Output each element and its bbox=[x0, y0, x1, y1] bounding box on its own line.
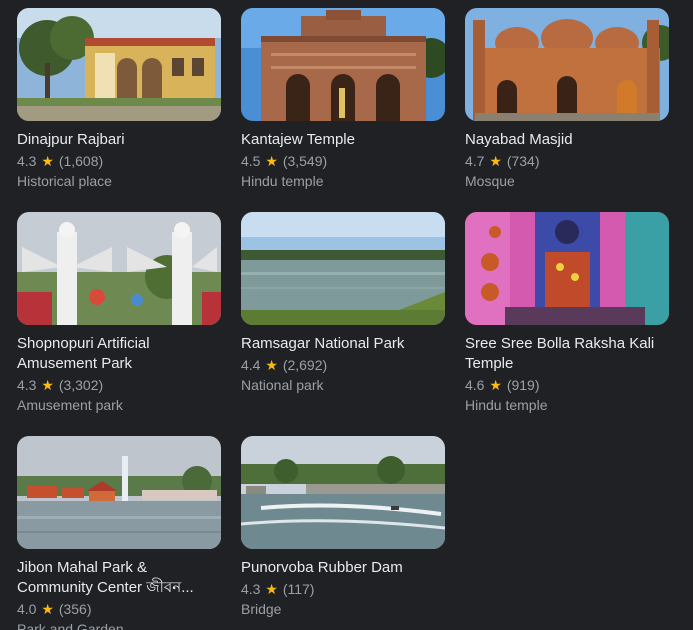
star-icon: ★ bbox=[265, 357, 278, 373]
rating-value: 4.3 bbox=[17, 153, 37, 169]
place-rating-line: 4.0 ★ (356) bbox=[17, 599, 221, 619]
place-rating-line: 4.3 ★ (117) bbox=[241, 579, 445, 599]
place-category: Bridge bbox=[241, 601, 282, 617]
star-icon: ★ bbox=[489, 153, 502, 169]
place-name[interactable]: Jibon Mahal Park & Community Center জীবন… bbox=[17, 558, 221, 598]
place-card-dinajpur-rajbari[interactable]: Dinajpur Rajbari 4.3 ★ (1,608) Historica… bbox=[17, 8, 221, 192]
place-rating-line: 4.7 ★ (734) bbox=[465, 151, 669, 171]
star-icon: ★ bbox=[265, 581, 278, 597]
place-photo[interactable] bbox=[17, 8, 221, 121]
rating-value: 4.3 bbox=[17, 377, 37, 393]
rating-value: 4.5 bbox=[241, 153, 261, 169]
place-photo[interactable] bbox=[17, 212, 221, 325]
place-card-nayabad-masjid[interactable]: Nayabad Masjid 4.7 ★ (734) Mosque bbox=[465, 8, 669, 192]
place-name[interactable]: Dinajpur Rajbari bbox=[17, 130, 221, 150]
place-category: Historical place bbox=[17, 173, 112, 189]
place-name[interactable]: Sree Sree Bolla Raksha Kali Temple bbox=[465, 334, 669, 374]
star-icon: ★ bbox=[41, 377, 54, 393]
place-rating-line: 4.5 ★ (3,549) bbox=[241, 151, 445, 171]
place-photo[interactable] bbox=[465, 8, 669, 121]
place-photo[interactable] bbox=[17, 436, 221, 549]
review-count: (3,302) bbox=[58, 377, 104, 393]
star-icon: ★ bbox=[41, 601, 54, 617]
place-rating-line: 4.6 ★ (919) bbox=[465, 375, 669, 395]
place-photo[interactable] bbox=[241, 212, 445, 325]
review-count: (919) bbox=[506, 377, 540, 393]
rating-value: 4.7 bbox=[465, 153, 485, 169]
place-card-punorvoba-rubber-dam[interactable]: Punorvoba Rubber Dam 4.3 ★ (117) Bridge bbox=[241, 436, 445, 620]
place-rating-line: 4.3 ★ (3,302) bbox=[17, 375, 221, 395]
place-card-bolla-kali-temple[interactable]: Sree Sree Bolla Raksha Kali Temple 4.6 ★… bbox=[465, 212, 669, 416]
place-card-jibon-mahal-park[interactable]: Jibon Mahal Park & Community Center জীবন… bbox=[17, 436, 221, 630]
place-photo[interactable] bbox=[241, 436, 445, 549]
place-name[interactable]: Kantajew Temple bbox=[241, 130, 445, 150]
place-card-kantajew-temple[interactable]: Kantajew Temple 4.5 ★ (3,549) Hindu temp… bbox=[241, 8, 445, 192]
place-category: Amusement park bbox=[17, 397, 123, 413]
place-name[interactable]: Punorvoba Rubber Dam bbox=[241, 558, 445, 578]
review-count: (1,608) bbox=[58, 153, 104, 169]
place-category: National park bbox=[241, 377, 324, 393]
star-icon: ★ bbox=[489, 377, 502, 393]
rating-value: 4.3 bbox=[241, 581, 261, 597]
rating-value: 4.0 bbox=[17, 601, 37, 617]
place-photo[interactable] bbox=[465, 212, 669, 325]
place-name[interactable]: Shopnopuri Artificial Amusement Park bbox=[17, 334, 221, 374]
review-count: (117) bbox=[282, 581, 315, 597]
place-card-shopnopuri[interactable]: Shopnopuri Artificial Amusement Park 4.3… bbox=[17, 212, 221, 416]
place-category: Park and Garden bbox=[17, 621, 124, 630]
place-rating-line: 4.3 ★ (1,608) bbox=[17, 151, 221, 171]
place-rating-line: 4.4 ★ (2,692) bbox=[241, 355, 445, 375]
place-category: Mosque bbox=[465, 173, 515, 189]
review-count: (2,692) bbox=[282, 357, 328, 373]
place-category: Hindu temple bbox=[241, 173, 324, 189]
place-photo[interactable] bbox=[241, 8, 445, 121]
star-icon: ★ bbox=[41, 153, 54, 169]
place-category: Hindu temple bbox=[465, 397, 548, 413]
place-name[interactable]: Ramsagar National Park bbox=[241, 334, 445, 354]
rating-value: 4.4 bbox=[241, 357, 261, 373]
rating-value: 4.6 bbox=[465, 377, 485, 393]
star-icon: ★ bbox=[265, 153, 278, 169]
place-card-ramsagar[interactable]: Ramsagar National Park 4.4 ★ (2,692) Nat… bbox=[241, 212, 445, 396]
review-count: (356) bbox=[58, 601, 92, 617]
review-count: (3,549) bbox=[282, 153, 328, 169]
place-name[interactable]: Nayabad Masjid bbox=[465, 130, 669, 150]
review-count: (734) bbox=[506, 153, 540, 169]
places-grid: Dinajpur Rajbari 4.3 ★ (1,608) Historica… bbox=[0, 0, 693, 630]
